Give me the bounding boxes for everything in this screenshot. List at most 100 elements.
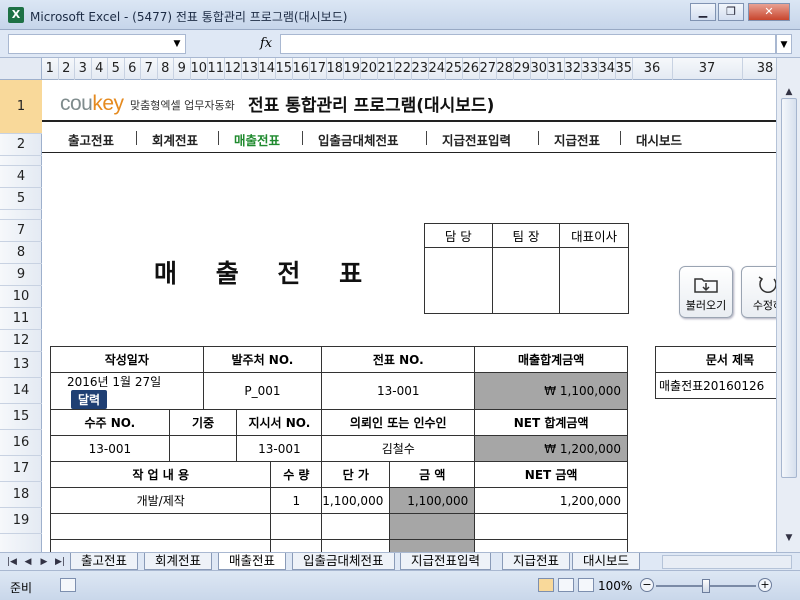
row-header-cell[interactable]: 4: [0, 166, 42, 188]
chevron-down-icon[interactable]: ▼: [170, 34, 184, 54]
row-header-cell[interactable]: 13: [0, 352, 42, 378]
column-header-cell[interactable]: 24: [429, 58, 446, 80]
row-header-cell[interactable]: 1: [0, 80, 42, 134]
net-amount-cell[interactable]: 1,200,000: [474, 487, 628, 514]
scroll-down-icon[interactable]: ▼: [781, 530, 797, 546]
next-sheet-icon[interactable]: ▶: [38, 555, 50, 569]
prev-sheet-icon[interactable]: ◀: [22, 555, 34, 569]
sheet-tab[interactable]: 매출전표: [218, 553, 287, 570]
column-header-cell[interactable]: 20: [361, 58, 378, 80]
column-header-cell[interactable]: 11: [208, 58, 225, 80]
column-header-cell[interactable]: 32: [565, 58, 582, 80]
unit-price-cell[interactable]: [321, 539, 391, 552]
load-button[interactable]: 불러오기: [679, 266, 733, 318]
last-sheet-icon[interactable]: ▶|: [54, 555, 66, 569]
expand-formula-icon[interactable]: ▼: [776, 34, 792, 54]
column-header-cell[interactable]: 27: [480, 58, 497, 80]
sheet-tab[interactable]: 지급전표입력: [400, 553, 492, 570]
column-header-cell[interactable]: 13: [242, 58, 259, 80]
column-header-cell[interactable]: 25: [446, 58, 463, 80]
row-header-cell[interactable]: [0, 210, 42, 220]
sheet-tab[interactable]: 입출금대체전표: [292, 553, 395, 570]
column-header-cell[interactable]: 15: [276, 58, 293, 80]
column-header-cell[interactable]: 29: [514, 58, 531, 80]
row-header-cell[interactable]: 11: [0, 308, 42, 330]
sheet-tab[interactable]: 지급전표: [502, 553, 571, 570]
sheet-tab[interactable]: 대시보드: [572, 553, 641, 570]
row-header-cell[interactable]: 9: [0, 264, 42, 286]
macro-record-icon[interactable]: [60, 578, 76, 592]
column-header-cell[interactable]: 31: [548, 58, 565, 80]
net-amount-cell[interactable]: [474, 539, 628, 552]
zoom-in-icon[interactable]: +: [758, 578, 772, 592]
column-header-cell[interactable]: 7: [141, 58, 158, 80]
work-desc-cell[interactable]: 개발/제작: [49, 487, 272, 514]
first-sheet-icon[interactable]: |◀: [6, 555, 18, 569]
column-header-cell[interactable]: 33: [582, 58, 599, 80]
net-amount-cell[interactable]: [474, 513, 628, 540]
column-header-cell[interactable]: 10: [191, 58, 208, 80]
scroll-thumb[interactable]: [781, 98, 797, 478]
column-header-cell[interactable]: 28: [497, 58, 514, 80]
column-header-cell[interactable]: 23: [412, 58, 429, 80]
sheet-tab[interactable]: 회계전표: [144, 553, 213, 570]
order-no-cell[interactable]: 13-001: [50, 435, 170, 462]
edit-button[interactable]: 수정하: [741, 266, 776, 318]
row-header-cell[interactable]: 14: [0, 378, 42, 404]
work-desc-cell[interactable]: [49, 513, 272, 540]
row-header-cell[interactable]: 15: [0, 404, 42, 430]
unit-price-cell[interactable]: [321, 513, 391, 540]
column-header-cell[interactable]: 35: [616, 58, 633, 80]
nav-item[interactable]: 회계전표: [152, 130, 198, 149]
minimize-button[interactable]: ▁: [690, 3, 716, 21]
row-header-cell[interactable]: 12: [0, 330, 42, 352]
row-header-cell[interactable]: [0, 156, 42, 166]
vertical-scrollbar[interactable]: ▲ ▼: [776, 58, 800, 552]
nav-item[interactable]: 입출금대체전표: [318, 130, 399, 149]
column-header-cell[interactable]: 37: [673, 58, 743, 80]
column-header-cell[interactable]: 4: [92, 58, 108, 80]
column-header-cell[interactable]: 5: [108, 58, 125, 80]
column-header-cell[interactable]: 14: [259, 58, 276, 80]
column-header-cell[interactable]: 18: [327, 58, 344, 80]
write-date-cell[interactable]: 2016년 1월 27일 달력: [50, 372, 204, 410]
column-header-cell[interactable]: 17: [310, 58, 327, 80]
column-header-cell[interactable]: 2: [59, 58, 75, 80]
formula-input[interactable]: [280, 34, 776, 54]
signature-cell[interactable]: [559, 247, 629, 314]
column-header-cell[interactable]: 26: [463, 58, 480, 80]
column-header-cell[interactable]: 36: [633, 58, 673, 80]
zoom-slider-handle[interactable]: [702, 579, 710, 593]
row-header-cell[interactable]: 8: [0, 242, 42, 264]
row-header-cell[interactable]: 7: [0, 220, 42, 242]
nav-item[interactable]: 대시보드: [636, 130, 682, 149]
page-break-icon[interactable]: [578, 578, 594, 592]
column-header-cell[interactable]: 22: [395, 58, 412, 80]
column-header-cell[interactable]: 8: [158, 58, 174, 80]
signature-cell[interactable]: [491, 247, 561, 314]
insert-function-icon[interactable]: fx: [260, 36, 272, 51]
column-header-cell[interactable]: 3: [75, 58, 92, 80]
instruction-no-cell[interactable]: 13-001: [236, 435, 323, 462]
name-box[interactable]: [8, 34, 186, 54]
excel-app-icon[interactable]: X: [8, 7, 24, 23]
calendar-button[interactable]: 달력: [71, 390, 108, 409]
column-header-cell[interactable]: 21: [378, 58, 395, 80]
normal-view-icon[interactable]: [538, 578, 554, 592]
zoom-out-icon[interactable]: −: [640, 578, 654, 592]
nav-item[interactable]: 출고전표: [68, 130, 114, 149]
nav-item[interactable]: 지급전표입력: [442, 130, 511, 149]
zoom-level[interactable]: 100%: [598, 579, 632, 593]
column-header-cell[interactable]: 1: [42, 58, 59, 80]
slip-no-cell[interactable]: 13-001: [321, 372, 476, 410]
row-header-cell[interactable]: 10: [0, 286, 42, 308]
vendor-no-cell[interactable]: P_001: [202, 372, 323, 410]
column-header-cell[interactable]: 12: [225, 58, 242, 80]
select-all-corner[interactable]: [0, 58, 42, 80]
row-header-cell[interactable]: 2: [0, 134, 42, 156]
sheet-tab[interactable]: 출고전표: [70, 553, 139, 570]
client-cell[interactable]: 김철수: [321, 435, 476, 462]
column-header-cell[interactable]: 34: [599, 58, 616, 80]
document-name-cell[interactable]: 매출전표20160126: [655, 372, 776, 399]
nav-item[interactable]: 지급전표: [554, 130, 600, 149]
